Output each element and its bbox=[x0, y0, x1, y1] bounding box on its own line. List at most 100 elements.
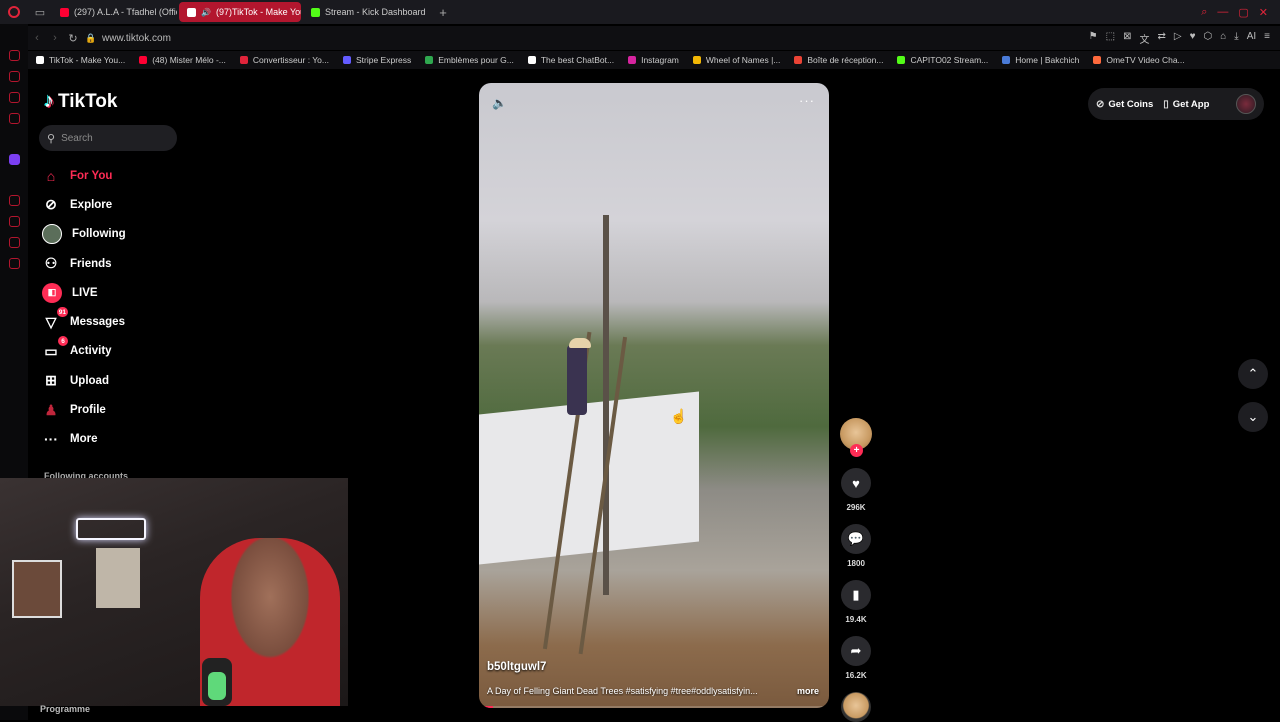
bookmark-item[interactable]: Wheel of Names |... bbox=[692, 55, 781, 65]
nav-more[interactable]: ··· More bbox=[42, 425, 192, 454]
bookmark-label: Instagram bbox=[641, 55, 679, 65]
tab-island-icon[interactable]: ▭ bbox=[28, 0, 52, 24]
nav-profile[interactable]: ♟ Profile bbox=[42, 395, 192, 424]
browser-tab-1[interactable]: (297) A.L.A - Tfadhel (Offic bbox=[52, 2, 177, 22]
history-icon[interactable] bbox=[8, 216, 20, 227]
music-disc-icon[interactable] bbox=[841, 692, 871, 722]
search-tabs-icon[interactable]: ⌕ bbox=[1201, 6, 1207, 19]
nav-friends[interactable]: ⚇ Friends bbox=[42, 249, 192, 278]
block-icon[interactable]: ⊠ bbox=[1123, 31, 1131, 46]
nav-for-you[interactable]: ⌂ For You bbox=[42, 161, 192, 190]
reload-icon[interactable]: ↻ bbox=[64, 32, 82, 45]
nav-messages[interactable]: ▽ 91 Messages bbox=[42, 307, 192, 336]
video-player[interactable]: 🔈 ··· b50ltguwl7 A Day of Felling Giant … bbox=[479, 83, 829, 708]
bookmark-item[interactable]: (48) Mister Mélo -... bbox=[139, 55, 226, 65]
search-box[interactable]: ⚲ bbox=[39, 125, 177, 151]
heart-icon[interactable]: ♥ bbox=[841, 468, 871, 498]
bookmark-icon[interactable]: ▮ bbox=[841, 580, 871, 610]
ai-icon[interactable]: AI bbox=[1247, 31, 1256, 46]
nav-following[interactable]: Following bbox=[42, 220, 192, 249]
wallet-icon[interactable]: ⌂ bbox=[1220, 31, 1226, 46]
bookmark-item[interactable]: TikTok - Make You... bbox=[36, 55, 125, 65]
sidebar-app-icon[interactable] bbox=[8, 195, 20, 206]
tiktok-logo[interactable]: ♪ TikTok bbox=[44, 90, 117, 113]
dictionary-icon[interactable]: ⇄ bbox=[1157, 31, 1165, 46]
play-icon[interactable]: ▷ bbox=[1174, 31, 1182, 46]
extensions-icon[interactable]: ⬡ bbox=[1204, 31, 1213, 46]
video-progress-bar[interactable] bbox=[479, 706, 829, 708]
nav-live[interactable]: ◧ LIVE bbox=[42, 278, 192, 307]
save-action[interactable]: ▮ 19.4K bbox=[841, 580, 871, 624]
bookmark-label: Wheel of Names |... bbox=[705, 55, 781, 65]
get-app-button[interactable]: ▯ Get App bbox=[1163, 99, 1209, 110]
mute-tab-icon[interactable]: 🔊 bbox=[201, 8, 211, 17]
settings-icon[interactable] bbox=[8, 258, 20, 269]
bookmark-item[interactable]: Home | Bakchich bbox=[1002, 55, 1079, 65]
close-window-button[interactable]: ✕ bbox=[1259, 6, 1268, 19]
bookmark-favicon-icon bbox=[36, 56, 44, 64]
get-coins-button[interactable]: ⊘ Get Coins bbox=[1096, 99, 1153, 110]
maximize-button[interactable]: ▢ bbox=[1238, 6, 1248, 19]
nav-explore[interactable]: ⊘ Explore bbox=[42, 190, 192, 219]
share-icon[interactable]: ➦ bbox=[841, 636, 871, 666]
chevron-down-icon: ⌄ bbox=[1247, 409, 1259, 424]
description-more-button[interactable]: more bbox=[797, 686, 819, 696]
bookmark-label: TikTok - Make You... bbox=[49, 55, 126, 65]
bookmark-label: Emblèmes pour G... bbox=[438, 55, 514, 65]
like-action[interactable]: ♥ 296K bbox=[841, 468, 871, 512]
snapshot-icon[interactable]: ⬚ bbox=[1106, 31, 1115, 46]
nav-label: Messages bbox=[70, 316, 125, 329]
bookmark-icon[interactable]: ⚑ bbox=[1089, 31, 1098, 46]
menu-icon[interactable]: ≡ bbox=[1264, 31, 1270, 46]
action-rail: + ♥ 296K 💬 1800 ▮ 19.4K ➦ 16.2K bbox=[838, 418, 874, 722]
bookmark-item[interactable]: Instagram bbox=[628, 55, 679, 65]
translate-icon[interactable]: 文 bbox=[1139, 31, 1149, 46]
new-tab-button[interactable]: + bbox=[433, 2, 453, 22]
twitch-icon[interactable] bbox=[8, 154, 20, 165]
video-more-options-icon[interactable]: ··· bbox=[799, 93, 815, 108]
profile-avatar[interactable] bbox=[1236, 94, 1256, 114]
forward-icon[interactable]: › bbox=[46, 32, 64, 44]
back-icon[interactable]: ‹ bbox=[28, 32, 46, 44]
sidebar-app-icon[interactable] bbox=[8, 92, 20, 103]
opera-logo-icon[interactable] bbox=[0, 0, 28, 24]
creator-avatar[interactable]: + bbox=[840, 418, 872, 457]
bookmark-item[interactable]: Boîte de réception... bbox=[794, 55, 883, 65]
bookmark-item[interactable]: Convertisseur : Yo... bbox=[239, 55, 329, 65]
nav-label: For You bbox=[70, 169, 113, 182]
sidebar-app-icon[interactable] bbox=[8, 71, 20, 82]
follow-plus-icon[interactable]: + bbox=[850, 444, 863, 457]
nav-upload[interactable]: ⊞ Upload bbox=[42, 366, 192, 395]
bookmark-item[interactable]: CAPITO02 Stream... bbox=[897, 55, 988, 65]
messages-badge: 91 bbox=[56, 307, 68, 318]
bookmark-item[interactable]: Stripe Express bbox=[342, 55, 411, 65]
bookmark-favicon-icon bbox=[628, 56, 637, 64]
comment-icon[interactable]: 💬 bbox=[841, 524, 871, 554]
sidebar-app-icon[interactable] bbox=[8, 113, 20, 124]
heart-icon[interactable]: ♥ bbox=[1190, 31, 1196, 46]
chevron-up-icon: ⌃ bbox=[1247, 366, 1259, 381]
sidebar-app-icon[interactable] bbox=[8, 237, 20, 248]
lock-icon[interactable]: 🔒 bbox=[82, 33, 100, 44]
download-icon[interactable]: ⤓ bbox=[1234, 31, 1238, 46]
url-field[interactable]: www.tiktok.com bbox=[102, 33, 171, 44]
home-icon: ⌂ bbox=[46, 167, 56, 184]
previous-video-button[interactable]: ⌃ bbox=[1238, 359, 1268, 389]
next-video-button[interactable]: ⌄ bbox=[1238, 402, 1268, 432]
bookmark-label: Convertisseur : Yo... bbox=[252, 55, 329, 65]
minimize-button[interactable]: — bbox=[1217, 6, 1228, 19]
share-action[interactable]: ➦ 16.2K bbox=[841, 636, 871, 680]
comment-action[interactable]: 💬 1800 bbox=[841, 524, 871, 568]
search-input[interactable] bbox=[61, 132, 162, 144]
nav-label: Explore bbox=[70, 198, 113, 211]
browser-tab-2[interactable]: 🔊 (97)TikTok - Make You bbox=[179, 2, 301, 22]
bookmark-item[interactable]: OmeTV Video Cha... bbox=[1093, 55, 1185, 65]
browser-tab-3[interactable]: Stream - Kick Dashboard bbox=[303, 2, 431, 22]
bookmark-item[interactable]: The best ChatBot... bbox=[527, 55, 614, 65]
nav-activity[interactable]: ▭ 6 Activity bbox=[42, 336, 192, 366]
bookmark-item[interactable]: Emblèmes pour G... bbox=[425, 55, 514, 65]
video-author[interactable]: b50ltguwl7 bbox=[487, 661, 546, 673]
sidebar-app-icon[interactable] bbox=[8, 50, 20, 61]
volume-icon[interactable]: 🔈 bbox=[492, 96, 507, 110]
bookmark-favicon-icon bbox=[692, 56, 701, 64]
